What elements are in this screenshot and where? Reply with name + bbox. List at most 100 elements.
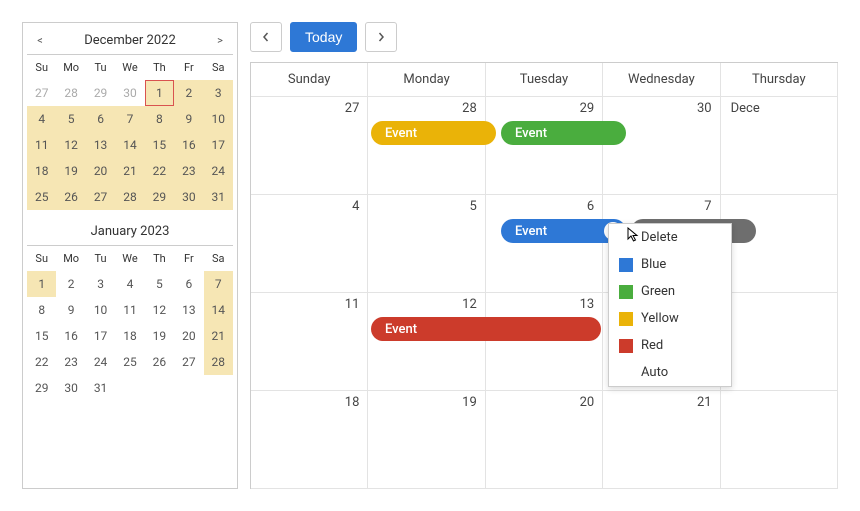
minical-day[interactable]: 11 bbox=[115, 297, 144, 323]
minical-day[interactable]: 16 bbox=[174, 132, 203, 158]
minical-day[interactable]: 20 bbox=[86, 158, 115, 184]
day-cell[interactable]: 19 bbox=[368, 391, 485, 489]
minical-day[interactable]: 10 bbox=[86, 297, 115, 323]
calendar-event[interactable]: Event bbox=[371, 121, 496, 145]
day-cell[interactable]: 5 bbox=[368, 195, 485, 293]
minical-day[interactable]: 13 bbox=[174, 297, 203, 323]
minical-day[interactable]: 28 bbox=[204, 349, 233, 375]
minical-day[interactable]: 7 bbox=[204, 271, 233, 297]
minical-day[interactable]: 27 bbox=[174, 349, 203, 375]
day-cell[interactable] bbox=[721, 293, 838, 391]
minical-day[interactable]: 17 bbox=[86, 323, 115, 349]
minical-day[interactable]: 9 bbox=[174, 106, 203, 132]
minical-day[interactable]: 27 bbox=[86, 184, 115, 210]
minical-day[interactable]: 12 bbox=[145, 297, 174, 323]
minical-day[interactable]: 20 bbox=[174, 323, 203, 349]
minical-day[interactable]: 25 bbox=[115, 349, 144, 375]
minical-day[interactable]: 29 bbox=[86, 80, 115, 106]
day-cell[interactable]: Dece bbox=[721, 97, 838, 195]
minical-day[interactable]: 29 bbox=[145, 184, 174, 210]
minical-next-button[interactable]: > bbox=[211, 34, 229, 47]
minical-day[interactable]: 23 bbox=[56, 349, 85, 375]
minical-day[interactable]: 1 bbox=[145, 80, 174, 106]
day-cell[interactable]: 6 bbox=[486, 195, 603, 293]
minical-day[interactable]: 10 bbox=[204, 106, 233, 132]
day-cell[interactable]: 13 bbox=[486, 293, 603, 391]
minical-day[interactable]: 5 bbox=[145, 271, 174, 297]
minical-day[interactable]: 22 bbox=[145, 158, 174, 184]
day-cell[interactable]: 28 bbox=[368, 97, 485, 195]
minical-day[interactable]: 9 bbox=[56, 297, 85, 323]
minical-day[interactable]: 30 bbox=[56, 375, 85, 401]
day-cell[interactable]: 30 bbox=[603, 97, 720, 195]
minical-dow: Tu bbox=[86, 55, 115, 80]
context-menu-item[interactable]: Red bbox=[609, 332, 731, 359]
minical-day[interactable]: 6 bbox=[86, 106, 115, 132]
minical-day[interactable]: 30 bbox=[174, 184, 203, 210]
minical-day[interactable]: 16 bbox=[56, 323, 85, 349]
day-cell[interactable] bbox=[721, 391, 838, 489]
week-row: 4567EventEvent 3 bbox=[251, 195, 838, 293]
day-cell[interactable]: 27 bbox=[251, 97, 368, 195]
minical-day[interactable]: 18 bbox=[27, 158, 56, 184]
minical-day[interactable]: 4 bbox=[115, 271, 144, 297]
minical-day[interactable]: 2 bbox=[174, 80, 203, 106]
day-cell[interactable]: 29 bbox=[486, 97, 603, 195]
minical-day[interactable]: 31 bbox=[86, 375, 115, 401]
day-cell[interactable] bbox=[721, 195, 838, 293]
minical-day[interactable]: 28 bbox=[56, 80, 85, 106]
minical-day[interactable]: 18 bbox=[115, 323, 144, 349]
day-cell[interactable]: 4 bbox=[251, 195, 368, 293]
minical-day[interactable]: 7 bbox=[115, 106, 144, 132]
minical-day[interactable]: 14 bbox=[204, 297, 233, 323]
next-button[interactable] bbox=[365, 22, 397, 52]
context-menu-item[interactable]: Green bbox=[609, 278, 731, 305]
minical-day[interactable]: 5 bbox=[56, 106, 85, 132]
minical-day[interactable]: 26 bbox=[145, 349, 174, 375]
minical-day[interactable]: 27 bbox=[27, 80, 56, 106]
minical-day[interactable]: 22 bbox=[27, 349, 56, 375]
minical-day[interactable]: 21 bbox=[204, 323, 233, 349]
minical-day[interactable]: 24 bbox=[204, 158, 233, 184]
minical-day[interactable]: 31 bbox=[204, 184, 233, 210]
minical-day[interactable]: 1 bbox=[27, 271, 56, 297]
prev-button[interactable] bbox=[250, 22, 282, 52]
calendar-event[interactable]: Event bbox=[501, 121, 626, 145]
minical-day[interactable]: 4 bbox=[27, 106, 56, 132]
minical-day[interactable]: 24 bbox=[86, 349, 115, 375]
minical-day[interactable]: 19 bbox=[56, 158, 85, 184]
minical-day[interactable]: 23 bbox=[174, 158, 203, 184]
minical-day[interactable]: 21 bbox=[115, 158, 144, 184]
minical-day[interactable]: 26 bbox=[56, 184, 85, 210]
minical-day[interactable]: 28 bbox=[115, 184, 144, 210]
minical-day[interactable]: 6 bbox=[174, 271, 203, 297]
minical-day[interactable]: 8 bbox=[145, 106, 174, 132]
minical-day[interactable]: 17 bbox=[204, 132, 233, 158]
minical-day[interactable]: 11 bbox=[27, 132, 56, 158]
day-cell[interactable]: 11 bbox=[251, 293, 368, 391]
minical-day[interactable]: 15 bbox=[145, 132, 174, 158]
minical-day[interactable]: 14 bbox=[115, 132, 144, 158]
today-button[interactable]: Today bbox=[290, 22, 357, 52]
minical-day[interactable]: 30 bbox=[115, 80, 144, 106]
context-menu-item[interactable]: Auto bbox=[609, 359, 731, 386]
minical-day[interactable]: 13 bbox=[86, 132, 115, 158]
minical-day[interactable]: 15 bbox=[27, 323, 56, 349]
minical-day[interactable]: 8 bbox=[27, 297, 56, 323]
day-cell[interactable]: 20 bbox=[486, 391, 603, 489]
minical-day[interactable]: 29 bbox=[27, 375, 56, 401]
context-menu-item[interactable]: Yellow bbox=[609, 305, 731, 332]
day-cell[interactable]: 18 bbox=[251, 391, 368, 489]
minical-day[interactable]: 3 bbox=[86, 271, 115, 297]
minical-day[interactable]: 2 bbox=[56, 271, 85, 297]
minical-day[interactable]: 3 bbox=[204, 80, 233, 106]
day-cell[interactable]: 21 bbox=[603, 391, 720, 489]
minical-day[interactable]: 19 bbox=[145, 323, 174, 349]
minical-day[interactable]: 12 bbox=[56, 132, 85, 158]
calendar-event[interactable]: Event bbox=[371, 317, 601, 341]
context-menu-item[interactable]: Blue bbox=[609, 251, 731, 278]
day-cell[interactable]: 12 bbox=[368, 293, 485, 391]
context-menu-item[interactable]: Delete bbox=[609, 224, 731, 251]
minical-prev-button[interactable]: < bbox=[31, 34, 49, 47]
minical-day[interactable]: 25 bbox=[27, 184, 56, 210]
